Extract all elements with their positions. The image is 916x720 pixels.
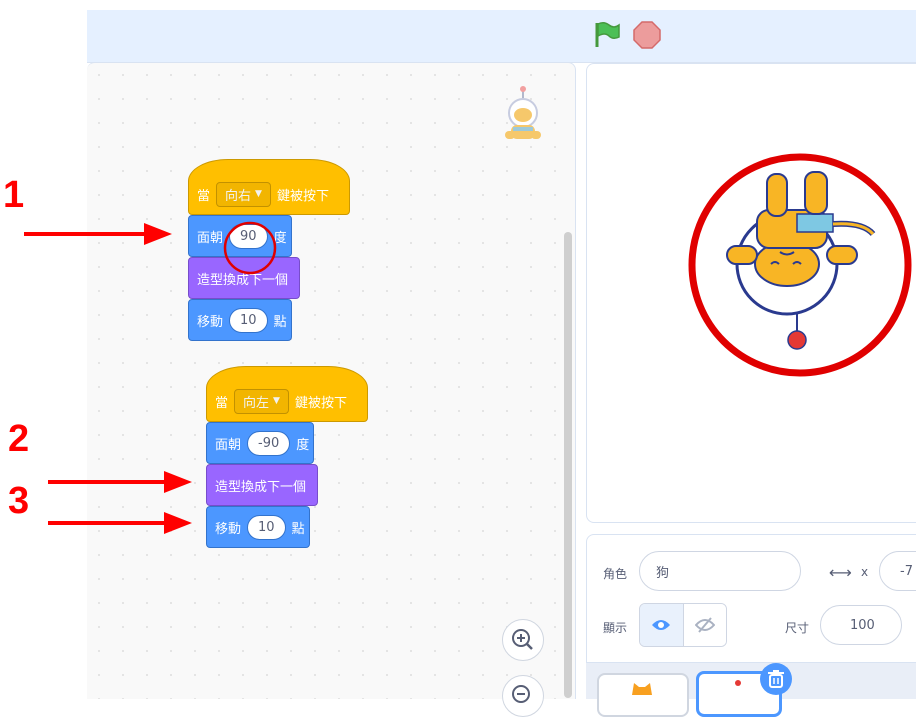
size-label: 尺寸 xyxy=(785,621,810,635)
visibility-toggle xyxy=(639,603,727,647)
key-dropdown-left[interactable]: 向左 ▼ xyxy=(234,388,289,414)
zoom-in-icon xyxy=(512,629,533,650)
steps-input-2[interactable]: 10 xyxy=(247,514,286,540)
hat-suffix: 鍵被按下 xyxy=(294,395,347,411)
point-direction-block-minus90[interactable]: 面朝 -90 度 xyxy=(206,422,314,464)
dropdown-arrow-icon: ▼ xyxy=(273,396,280,406)
hat-prefix: 當 xyxy=(197,188,211,204)
sprite-label: 角色 xyxy=(603,567,628,581)
key-dropdown-right[interactable]: 向右 ▼ xyxy=(216,181,271,207)
sprite-tile[interactable] xyxy=(597,673,689,717)
steps-input-1[interactable]: 10 xyxy=(229,307,268,333)
move-unit: 點 xyxy=(291,521,305,537)
direction-input-minus90[interactable]: -90 xyxy=(247,430,291,456)
x-position-input[interactable]: -7 xyxy=(879,551,916,591)
move-unit: 點 xyxy=(273,314,287,330)
green-flag-icon[interactable] xyxy=(592,20,622,50)
hat-prefix: 當 xyxy=(215,395,229,411)
annotation-number-3: 3 xyxy=(8,480,30,522)
dropdown-arrow-icon: ▼ xyxy=(255,189,262,199)
move-label: 移動 xyxy=(215,521,242,537)
highlight-circle xyxy=(223,221,277,275)
dog-sprite-icon[interactable] xyxy=(687,152,916,382)
sprite-list xyxy=(586,662,916,717)
key-dropdown-label: 向左 xyxy=(243,395,270,411)
trash-icon xyxy=(768,670,784,688)
sprite-name-input[interactable]: 狗 xyxy=(639,551,801,591)
point-label: 面朝 xyxy=(197,230,224,246)
annotation-number-1: 1 xyxy=(3,174,25,216)
zoom-out-button[interactable] xyxy=(502,675,544,717)
x-label: x xyxy=(861,565,869,579)
point-unit: 度 xyxy=(296,437,310,453)
move-label: 移動 xyxy=(197,314,224,330)
move-steps-block-2[interactable]: 移動 10 點 xyxy=(206,506,310,548)
stage[interactable] xyxy=(586,63,916,523)
horizontal-arrows-icon: ⟷ xyxy=(829,563,852,582)
stage-header xyxy=(87,10,916,63)
hide-button[interactable] xyxy=(683,604,726,646)
zoom-in-button[interactable] xyxy=(502,619,544,661)
show-label: 顯示 xyxy=(603,621,628,635)
dog-sprite-thumbnail-icon xyxy=(735,680,741,686)
size-input[interactable]: 100 xyxy=(820,605,902,645)
workspace-scrollbar[interactable] xyxy=(564,232,572,698)
key-dropdown-label: 向右 xyxy=(225,188,252,204)
zoom-out-icon xyxy=(512,685,530,703)
point-label: 面朝 xyxy=(215,437,242,453)
cat-sprite-thumbnail-icon xyxy=(632,683,652,695)
when-key-pressed-block-left[interactable]: 當 向左 ▼ 鍵被按下 xyxy=(206,366,368,422)
stop-icon[interactable] xyxy=(632,20,662,50)
eye-slash-icon xyxy=(694,617,715,633)
costume-label: 造型換成下一個 xyxy=(215,479,307,495)
code-workspace[interactable]: 當 向右 ▼ 鍵被按下 面朝 90 度 造型換成下一個 移動 10 點 當 向左… xyxy=(87,62,576,717)
sprite-info-panel: 角色 狗 ⟷ x -7 顯示 尺寸 100 xyxy=(586,534,916,666)
delete-sprite-button[interactable] xyxy=(760,663,792,695)
move-steps-block-1[interactable]: 移動 10 點 xyxy=(188,299,292,341)
hat-suffix: 鍵被按下 xyxy=(276,188,329,204)
show-button[interactable] xyxy=(640,604,684,646)
eye-icon xyxy=(652,620,671,630)
next-costume-block[interactable]: 造型換成下一個 xyxy=(206,464,318,506)
sprite-thumbnail-icon xyxy=(505,86,541,139)
when-key-pressed-block-right[interactable]: 當 向右 ▼ 鍵被按下 xyxy=(188,159,350,215)
annotation-number-2: 2 xyxy=(8,418,30,460)
